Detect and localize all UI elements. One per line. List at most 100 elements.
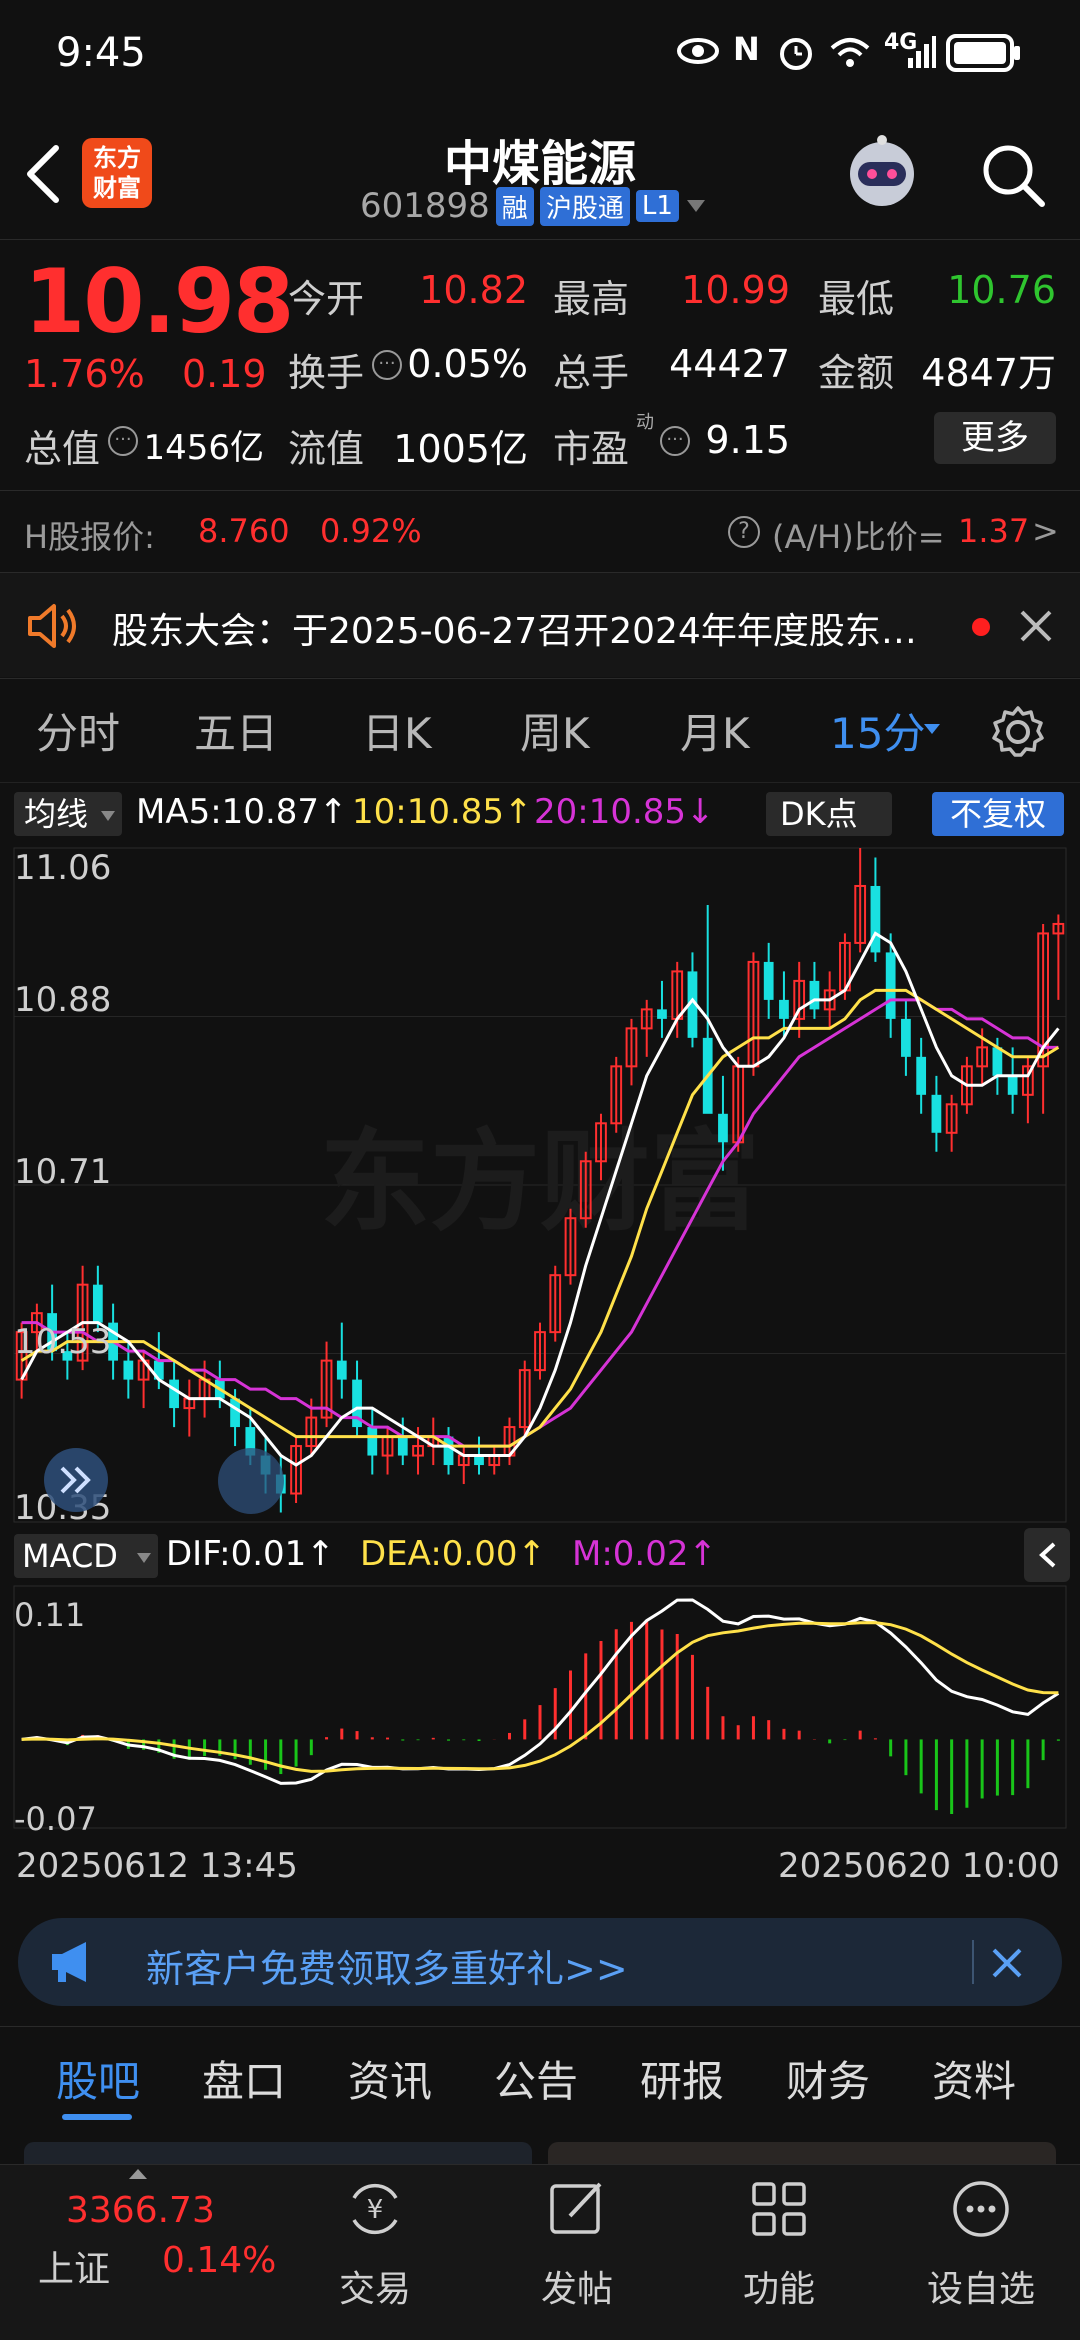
volume-label: 总手 (553, 351, 630, 395)
speaker-icon (28, 604, 76, 648)
tab-monthly-k[interactable]: 月K (680, 700, 750, 761)
hshare-price: 8.760 (198, 512, 290, 550)
nav-add-watchlist[interactable]: 设自选 (906, 2260, 1056, 2312)
watermark: 东方财富 (320, 1118, 760, 1246)
macd-dropdown-icon (137, 1553, 151, 1563)
candle-body (367, 1427, 378, 1456)
tab-intraday[interactable]: 分时 (36, 700, 120, 761)
search-icon[interactable] (978, 140, 1048, 210)
volume-value: 44427 (669, 342, 790, 386)
ah-help-icon[interactable]: ? (728, 516, 760, 548)
promo-divider (972, 1940, 974, 1984)
post-icon[interactable] (546, 2178, 606, 2238)
drawing-tool-button[interactable] (218, 1448, 284, 1514)
tab-finance[interactable]: 财务 (786, 2048, 870, 2109)
wifi-icon (830, 38, 870, 67)
candle-body (992, 1047, 1003, 1076)
last-price: 10.98 (24, 250, 294, 353)
amount-label: 金额 (818, 351, 895, 395)
y-tick-1: 11.06 (14, 848, 112, 888)
functions-icon[interactable] (748, 2178, 808, 2238)
pe-sup: 动 (636, 412, 654, 433)
tab-pankou[interactable]: 盘口 (202, 2048, 286, 2109)
tab-news[interactable]: 资讯 (348, 2048, 432, 2109)
tab-guba[interactable]: 股吧 (56, 2048, 140, 2109)
stock-code-row[interactable]: 601898 融 沪股通 L1 (360, 186, 707, 226)
y-tick-2: 10.88 (14, 980, 112, 1020)
pe-value: 9.15 (705, 418, 790, 462)
float-label: 流值 (288, 427, 365, 471)
candle-body (931, 1094, 942, 1133)
macd-label: MACD (22, 1537, 118, 1575)
candle-body (443, 1436, 454, 1466)
double-chevron-icon (60, 1466, 91, 1494)
turnover-info-icon[interactable]: ··· (372, 350, 402, 380)
date-start: 20250612 13:45 (16, 1846, 298, 1886)
candle-body (169, 1379, 179, 1409)
status-bar: 9:45 N 4G (0, 0, 1080, 110)
candle-body (336, 1360, 347, 1380)
tab-profile[interactable]: 资料 (932, 2048, 1016, 2109)
status-time: 9:45 (56, 30, 146, 76)
nav-post[interactable]: 发帖 (502, 2260, 652, 2312)
candle-body (916, 1056, 927, 1095)
tab-daily-k[interactable]: 日K (362, 700, 432, 761)
candle-body (397, 1436, 408, 1456)
svg-text:¥: ¥ (367, 2195, 384, 2225)
more-button[interactable]: 更多 (934, 412, 1056, 464)
macd-y-top: 0.11 (14, 1596, 86, 1634)
chart-settings-icon[interactable] (990, 704, 1046, 760)
pe-info-icon[interactable]: ··· (660, 426, 690, 456)
watchlist-icon[interactable] (950, 2178, 1010, 2238)
robot-assistant-icon[interactable] (842, 132, 922, 212)
macd-m: M:0.02↑ (572, 1534, 717, 1574)
ah-arrow[interactable]: > (1032, 512, 1059, 550)
nav-functions[interactable]: 功能 (704, 2260, 854, 2312)
stock-code: 601898 (360, 186, 490, 226)
tab-weekly-k[interactable]: 周K (520, 700, 590, 761)
notice-text[interactable]: 股东大会：于2025-06-27召开2024年年度股东… (112, 602, 952, 654)
y-tick-3: 10.71 (14, 1152, 112, 1192)
kline-chart[interactable]: 东方财富 (0, 780, 1080, 1880)
trade-icon[interactable]: ¥ (344, 2178, 404, 2238)
turnover-value: 0.05% (407, 342, 528, 386)
hshare-pct: 0.92% (320, 512, 422, 550)
float-value: 1005亿 (393, 427, 528, 471)
candle-body (718, 1113, 728, 1143)
megaphone-icon (52, 1942, 86, 1982)
low-label: 最低 (818, 277, 895, 321)
index-name[interactable]: 上证 (38, 2240, 110, 2292)
high-label: 最高 (553, 277, 630, 321)
signal-icon (908, 36, 936, 68)
promo-text[interactable]: 新客户免费领取多重好礼>> (146, 1938, 628, 1993)
mcap-info-icon[interactable]: ··· (108, 426, 138, 456)
candle-body (809, 980, 820, 1010)
tab-announcements[interactable]: 公告 (494, 2048, 578, 2109)
y-tick-4: 10.53 (14, 1322, 112, 1362)
macd-dea: DEA:0.00↑ (360, 1534, 546, 1574)
nav-trade[interactable]: 交易 (300, 2260, 450, 2312)
ah-ratio-label: (A/H)比价= (772, 518, 945, 556)
dropdown-icon (686, 200, 705, 212)
index-value[interactable]: 3366.73 (66, 2190, 215, 2231)
close-notice-icon[interactable] (1018, 608, 1054, 644)
index-up-icon (129, 2169, 147, 2179)
open-value: 10.82 (419, 268, 528, 312)
header: 东方 财富 中煤能源 601898 融 沪股通 L1 (0, 110, 1080, 240)
open-label: 今开 (288, 277, 365, 321)
close-promo-icon[interactable] (990, 1946, 1024, 1980)
connect-tag: 沪股通 (539, 186, 630, 226)
hshare-label: H股报价: (24, 518, 155, 556)
level-tag: L1 (635, 190, 679, 222)
high-value: 10.99 (681, 268, 790, 312)
ah-ratio-value: 1.37 (958, 512, 1030, 550)
tab-indicator (62, 2114, 132, 2120)
tab-five-day[interactable]: 五日 (194, 700, 278, 761)
tab-15min[interactable]: 15分 (830, 700, 925, 761)
tab-dropdown-icon (924, 724, 940, 734)
candle-body (657, 1009, 667, 1019)
tab-research[interactable]: 研报 (640, 2048, 724, 2109)
index-pct[interactable]: 0.14% (162, 2240, 276, 2281)
unread-dot (972, 618, 990, 636)
candle-body (779, 999, 789, 1019)
